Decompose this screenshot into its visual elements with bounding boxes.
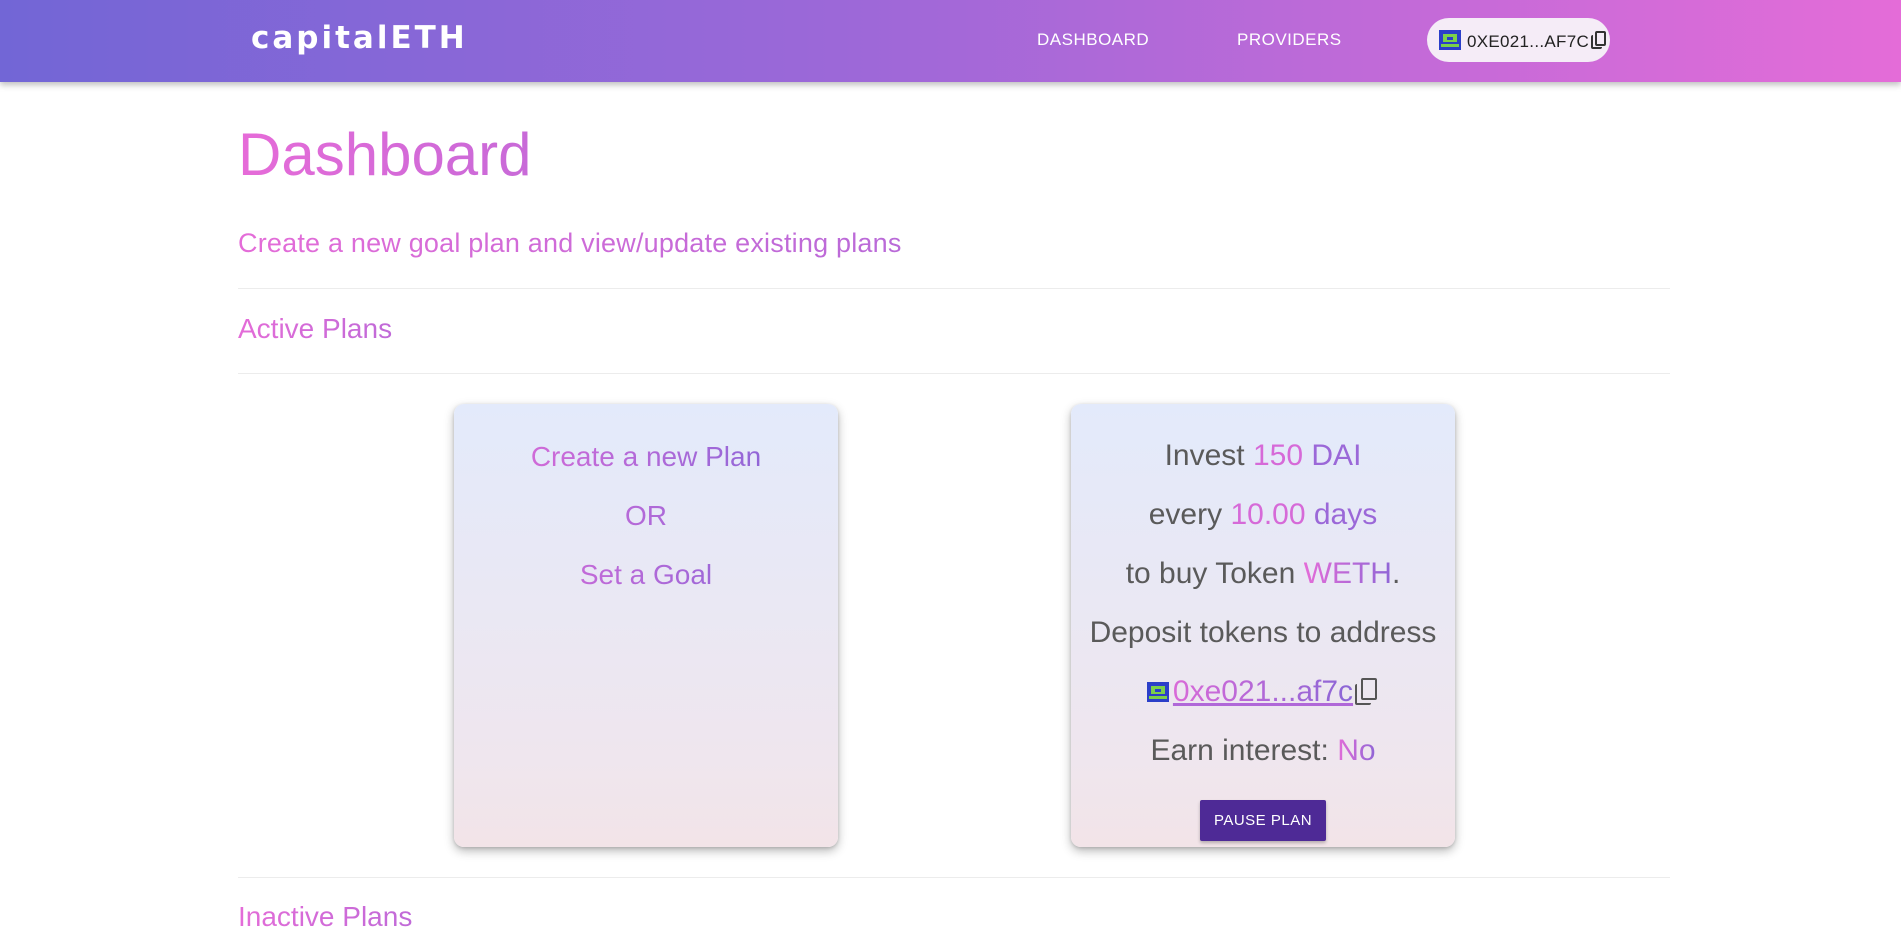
nav-providers[interactable]: PROVIDERS	[1237, 30, 1342, 50]
pause-plan-button[interactable]: PAUSE PLAN	[1200, 800, 1326, 841]
plan-token-out: WETH	[1303, 557, 1392, 590]
deposit-address-link[interactable]: 0xe021...af7c	[1173, 674, 1353, 710]
plan-buy-line: to buy Token WETH.	[1125, 557, 1401, 590]
divider	[238, 877, 1670, 878]
app-header: capitalETH DASHBOARD PROVIDERS 0XE021...…	[0, 0, 1901, 82]
divider	[238, 373, 1670, 374]
plan-interval: 10.00	[1230, 498, 1306, 531]
active-plans-title: Active Plans	[238, 313, 393, 344]
nav-dashboard[interactable]: DASHBOARD	[1037, 30, 1149, 50]
plan-interest-line: Earn interest: No	[1150, 734, 1376, 767]
identicon-icon	[1439, 30, 1461, 50]
copy-icon[interactable]	[1591, 30, 1607, 50]
plan-invest-line: Invest 150 DAI	[1164, 439, 1362, 472]
active-plan-card: Invest 150 DAI every 10.00 days to buy T…	[1071, 404, 1455, 847]
set-goal-link[interactable]: Set a Goal	[454, 558, 838, 592]
plan-interest-value: No	[1337, 734, 1376, 767]
plan-interval-unit: days	[1313, 498, 1378, 531]
copy-icon[interactable]	[1355, 678, 1379, 706]
plan-deposit-label: Deposit tokens to address	[1089, 616, 1437, 649]
wallet-address-chip[interactable]: 0XE021...AF7C	[1427, 18, 1610, 62]
or-label: OR	[454, 499, 838, 533]
wallet-address: 0XE021...AF7C	[1467, 32, 1590, 51]
page-subtitle: Create a new goal plan and view/update e…	[238, 228, 902, 258]
plan-token-in: DAI	[1311, 439, 1362, 472]
page-title: Dashboard	[238, 118, 532, 192]
new-plan-card[interactable]: Create a new Plan OR Set a Goal	[454, 404, 838, 847]
brand-logo[interactable]: capitalETH	[251, 20, 468, 56]
divider	[238, 288, 1670, 289]
inactive-plans-title: Inactive Plans	[238, 901, 413, 932]
plan-interval-line: every 10.00 days	[1148, 498, 1378, 531]
plan-deposit-address-row: 0xe021...af7c	[1071, 674, 1455, 710]
plan-amount: 150	[1252, 439, 1304, 472]
identicon-icon	[1146, 682, 1169, 702]
create-plan-link[interactable]: Create a new Plan	[454, 440, 838, 474]
